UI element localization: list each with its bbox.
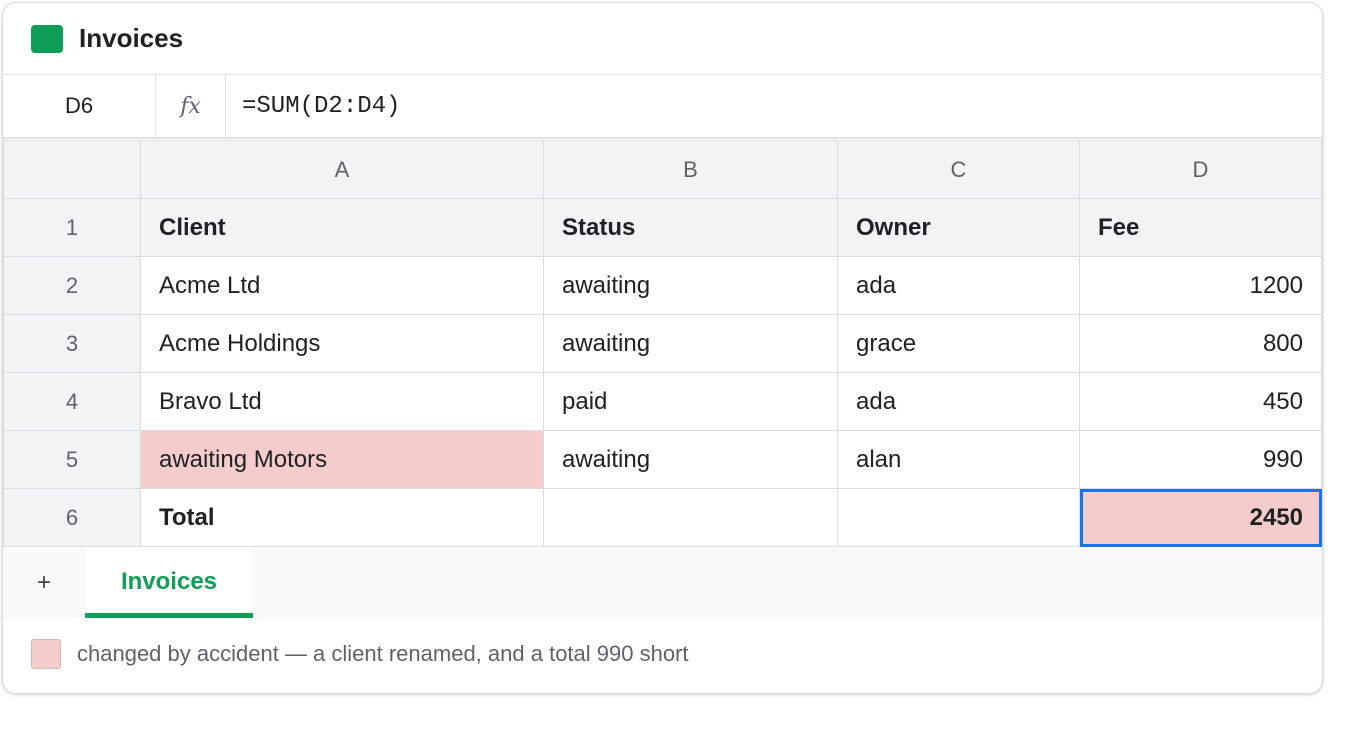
legend-text: changed by accident — a client renamed, … [77,641,689,666]
name-box[interactable]: D6 [3,75,156,137]
fx-icon: fx [156,75,226,137]
add-sheet-button[interactable]: + [3,548,85,618]
legend-swatch [31,639,61,669]
column-header-a[interactable]: A [140,140,544,199]
cell-d2[interactable]: 1200 [1079,256,1322,315]
cell-b3[interactable]: awaiting [543,314,838,373]
legend: changed by accident — a client renamed, … [31,639,689,669]
row-header-4[interactable]: 4 [3,372,141,431]
column-header-b[interactable]: B [543,140,838,199]
sheet-tab-bar: + Invoices [3,548,1322,618]
cell-a1[interactable]: Client [140,198,544,257]
cell-a6[interactable]: Total [140,488,544,547]
table-row: 4 Bravo Ltd paid ada 450 [3,372,1322,431]
cell-b5[interactable]: awaiting [543,430,838,489]
table-row: 5 awaiting Motors awaiting alan 990 [3,430,1322,489]
row-header-2[interactable]: 2 [3,256,141,315]
app-title: Invoices [79,23,184,53]
cell-c4[interactable]: ada [837,372,1080,431]
select-all-corner[interactable] [3,140,141,199]
table-row: 1 Client Status Owner Fee [3,198,1322,257]
cell-c2[interactable]: ada [837,256,1080,315]
cell-a5[interactable]: awaiting Motors [140,430,544,489]
formula-bar: D6 fx =SUM(D2:D4) [3,75,1322,139]
cell-c1[interactable]: Owner [837,198,1080,257]
cell-d1[interactable]: Fee [1079,198,1322,257]
table-row: 6 Total 2450 [3,488,1322,547]
cell-a4[interactable]: Bravo Ltd [140,372,544,431]
cell-b1[interactable]: Status [543,198,838,257]
cell-b4[interactable]: paid [543,372,838,431]
spreadsheet-window: Invoices D6 fx =SUM(D2:D4) A B C D 1 Cli… [2,2,1323,694]
cell-c3[interactable]: grace [837,314,1080,373]
row-header-6[interactable]: 6 [3,488,141,547]
row-header-3[interactable]: 3 [3,314,141,373]
cell-d4[interactable]: 450 [1079,372,1322,431]
sheet-tab-invoices[interactable]: Invoices [85,548,253,618]
cell-d5[interactable]: 990 [1079,430,1322,489]
cell-d3[interactable]: 800 [1079,314,1322,373]
sheet-grid: A B C D 1 Client Status Owner Fee 2 Acme… [3,140,1322,547]
title-bar: Invoices [3,3,1322,75]
column-header-c[interactable]: C [837,140,1080,199]
row-header-1[interactable]: 1 [3,198,141,257]
cell-a2[interactable]: Acme Ltd [140,256,544,315]
table-row: 2 Acme Ltd awaiting ada 1200 [3,256,1322,315]
table-row: 3 Acme Holdings awaiting grace 800 [3,314,1322,373]
sheets-app-icon [31,24,63,53]
row-header-5[interactable]: 5 [3,430,141,489]
cell-c5[interactable]: alan [837,430,1080,489]
cell-d6[interactable]: 2450 [1079,488,1322,547]
formula-input[interactable]: =SUM(D2:D4) [226,75,1322,137]
cell-a3[interactable]: Acme Holdings [140,314,544,373]
cell-b2[interactable]: awaiting [543,256,838,315]
cell-b6[interactable] [543,488,838,547]
cell-c6[interactable] [837,488,1080,547]
column-header-d[interactable]: D [1079,140,1322,199]
